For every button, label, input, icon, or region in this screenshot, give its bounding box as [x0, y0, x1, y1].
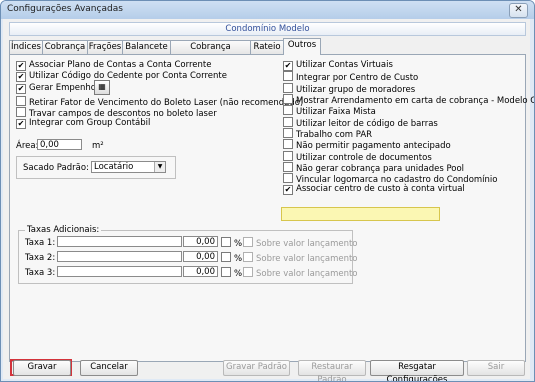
condominium-name: Condomínio Modelo	[9, 22, 526, 36]
checkbox-box[interactable]	[283, 139, 293, 149]
checkbox-label: Associar centro de custo à conta virtual	[296, 184, 465, 194]
checkbox-label: Utilizar Código do Cedente por Conta Cor…	[29, 71, 227, 81]
dialog-body: Condomínio Modelo Índices Cobrança Fraçõ…	[3, 19, 534, 381]
restaurar-padrao-button[interactable]: Restaurar Padrão	[298, 360, 366, 381]
checkbox-contas-virtuais[interactable]: ✔ Utilizar Contas Virtuais	[283, 60, 393, 71]
checkbox-box[interactable]	[283, 117, 293, 127]
outros-panel: ✔ Associar Plano de Contas a Conta Corren…	[9, 54, 534, 362]
checkbox-box[interactable]	[283, 128, 293, 138]
tab-fracoes[interactable]: Frações	[87, 40, 123, 54]
checkbox-box[interactable]	[16, 107, 26, 117]
taxa-percent-checkbox[interactable]: %	[221, 237, 242, 249]
checkbox-label: Utilizar Faixa Mista	[296, 107, 376, 117]
checkbox-label: Integrar com Group Contábil	[29, 118, 151, 128]
checkbox-label: Sobre valor lançamento	[256, 239, 358, 249]
checkbox-faixa-mista[interactable]: Utilizar Faixa Mista	[283, 105, 376, 117]
checkbox-gerar-empenho[interactable]: ✔ Gerar Empenho	[16, 83, 96, 94]
checkbox-box[interactable]	[283, 162, 293, 172]
resgatar-configuracoes-button[interactable]: Resgatar Configurações	[370, 360, 464, 381]
chevron-down-icon[interactable]: ▼	[154, 162, 165, 172]
cancelar-button[interactable]: Cancelar	[80, 360, 138, 376]
checkbox-centro-custo-virtual[interactable]: ✔ Associar centro de custo à conta virtua…	[283, 184, 465, 195]
checkbox-box[interactable]: ✔	[16, 61, 26, 71]
checkbox-box[interactable]: ✔	[283, 185, 293, 195]
checkbox-box[interactable]	[243, 237, 253, 247]
checkbox-box[interactable]	[283, 151, 293, 161]
sair-button[interactable]: Sair	[467, 360, 525, 376]
taxa-label: Taxa 3:	[25, 268, 56, 278]
checkbox-box[interactable]: ✔	[283, 61, 293, 71]
taxa-sobre-checkbox[interactable]: Sobre valor lançamento	[243, 237, 358, 249]
checkbox-group-contabil[interactable]: ✔ Integrar com Group Contábil	[16, 118, 150, 129]
checkbox-box[interactable]	[283, 83, 293, 93]
taxa-percent-checkbox[interactable]: %	[221, 267, 242, 279]
checkbox-label: Sobre valor lançamento	[256, 269, 358, 279]
checkbox-box[interactable]	[243, 267, 253, 277]
tab-cobranca[interactable]: Cobrança	[42, 40, 88, 54]
checkbox-label: Integrar por Centro de Custo	[296, 73, 419, 83]
gravar-button[interactable]: Gravar	[13, 360, 71, 376]
taxa-label: Taxa 1:	[25, 238, 56, 248]
checkbox-box[interactable]	[243, 252, 253, 262]
checkbox-label: Associar Plano de Contas a Conta Corrent…	[29, 60, 212, 70]
taxa-name-input[interactable]	[57, 266, 182, 277]
advanced-settings-window: Configurações Avançadas ✕ Condomínio Mod…	[0, 0, 535, 382]
window-title: Configurações Avançadas	[7, 4, 123, 14]
checkbox-label: Gerar Empenho	[29, 83, 96, 93]
percent-label: %	[234, 269, 243, 279]
checkbox-box[interactable]	[283, 71, 293, 81]
checkbox-box[interactable]: ✔	[16, 119, 26, 129]
taxa-value-input[interactable]: 0,00	[183, 236, 218, 247]
checkbox-label: Não permitir pagamento antecipado	[296, 141, 451, 151]
tab-rateio[interactable]: Rateio	[250, 40, 284, 54]
checkbox-box[interactable]	[221, 252, 231, 262]
tab-cobranca-avancada[interactable]: Cobrança Avançada	[170, 40, 251, 65]
percent-label: %	[234, 254, 243, 264]
checkbox-box[interactable]	[221, 237, 231, 247]
taxa-name-input[interactable]	[57, 251, 182, 262]
checkbox-box[interactable]: ✔	[16, 72, 26, 82]
checkbox-box[interactable]	[283, 105, 293, 115]
checkbox-label: Utilizar Contas Virtuais	[296, 60, 393, 70]
taxa-sobre-checkbox[interactable]: Sobre valor lançamento	[243, 252, 358, 264]
gravar-padrao-button[interactable]: Gravar Padrão	[223, 360, 290, 376]
tab-indices[interactable]: Índices	[9, 40, 43, 54]
taxa-label: Taxa 2:	[25, 253, 56, 263]
checkbox-codigo-cedente[interactable]: ✔ Utilizar Código do Cedente por Conta Co…	[16, 71, 227, 82]
sacado-select[interactable]: Locatário ▼	[91, 161, 166, 173]
taxa-sobre-checkbox[interactable]: Sobre valor lançamento	[243, 267, 358, 279]
checkbox-associar-plano[interactable]: ✔ Associar Plano de Contas a Conta Corren…	[16, 60, 211, 71]
checkbox-label: Sobre valor lançamento	[256, 254, 358, 264]
taxa-percent-checkbox[interactable]: %	[221, 252, 242, 264]
taxa-name-input[interactable]	[57, 236, 182, 247]
sacado-label: Sacado Padrão:	[23, 163, 89, 173]
checkbox-box[interactable]	[221, 267, 231, 277]
sacado-value: Locatário	[94, 162, 134, 172]
empenho-settings-icon[interactable]: ▦	[94, 80, 110, 95]
sacado-group: Sacado Padrão: Locatário ▼	[16, 156, 176, 179]
checkbox-box[interactable]: ✔	[16, 84, 26, 94]
checkbox-box[interactable]	[16, 96, 26, 106]
area-label: Área:	[16, 141, 39, 151]
close-button[interactable]: ✕	[509, 3, 528, 18]
taxa-value-input[interactable]: 0,00	[183, 251, 218, 262]
checkbox-box[interactable]	[283, 173, 293, 183]
tab-outros[interactable]: Outros	[283, 38, 321, 55]
taxas-title: Taxas Adicionais:	[25, 225, 102, 235]
checkbox-pagamento-antecipado[interactable]: Não permitir pagamento antecipado	[283, 139, 451, 151]
taxa-value-input[interactable]: 0,00	[183, 266, 218, 277]
checkbox-box[interactable]	[283, 94, 293, 104]
taxas-group: Taxas Adicionais: Taxa 1: 0,00 % Sobre v…	[18, 225, 358, 284]
checkbox-centro-custo[interactable]: Integrar por Centro de Custo	[283, 71, 418, 83]
highlight-frame	[281, 207, 440, 221]
tab-balancete[interactable]: Balancete	[122, 40, 171, 54]
area-unit: m²	[92, 141, 104, 151]
title-bar: Configurações Avançadas ✕	[1, 1, 534, 19]
area-input[interactable]: 0,00	[37, 139, 82, 150]
percent-label: %	[234, 239, 243, 249]
